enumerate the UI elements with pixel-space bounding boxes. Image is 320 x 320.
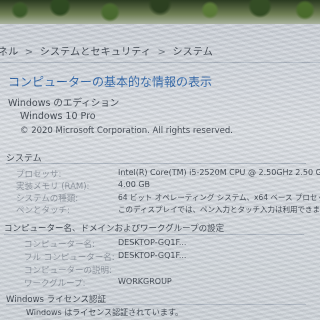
copyright-text: © 2020 Microsoft Corporation. All rights… xyxy=(20,126,233,136)
divider xyxy=(4,234,304,235)
foliage-background xyxy=(0,0,320,24)
workgroup-label: ワークグループ: xyxy=(24,279,86,289)
breadcrumb-item-system[interactable]: システム xyxy=(172,47,213,58)
divider xyxy=(0,62,320,63)
workgroup-value: WORKGROUP xyxy=(118,277,172,286)
full-computer-name-label: フル コンピューター名: xyxy=(24,253,115,263)
divider xyxy=(6,304,306,305)
breadcrumb-item-control-panel[interactable]: ネル xyxy=(0,47,18,58)
page-title: コンピューターの基本的な情報の表示 xyxy=(8,75,213,89)
processor-label: プロセッサ: xyxy=(16,170,62,180)
ram-value: 4.00 GB xyxy=(118,180,151,189)
activation-status: Windows はライセンス認証されています。 xyxy=(26,308,184,317)
ram-label: 実装メモリ (RAM): xyxy=(16,182,90,192)
computer-settings-section-title: コンピューター名、ドメインおよびワークグループの設定 xyxy=(4,224,225,234)
system-type-label: システムの種類: xyxy=(16,194,79,204)
edition-name: Windows 10 Pro xyxy=(20,111,96,122)
computer-description-label: コンピューターの説明: xyxy=(24,266,112,276)
computer-name-label: コンピューター名: xyxy=(24,240,95,250)
pen-touch-value: このディスプレイでは、ペン入力とタッチ入力は利用できません xyxy=(118,205,320,214)
computer-name-value: DESKTOP-GQ1F... xyxy=(118,238,187,247)
full-computer-name-value: DESKTOP-GQ1F... xyxy=(118,251,187,260)
photo-of-screen: ネル > システムとセキュリティ > システム コンピューターの基本的な情報の表… xyxy=(0,0,320,320)
pen-touch-label: ペンとタッチ: xyxy=(16,206,70,216)
breadcrumb-item-system-security[interactable]: システムとセキュリティ xyxy=(40,47,151,58)
chevron-right-icon: > xyxy=(24,47,34,58)
divider xyxy=(6,163,306,164)
chevron-right-icon: > xyxy=(157,47,167,58)
system-type-value: 64 ビット オペレーティング システム、x64 ベース プロセッサ xyxy=(118,193,320,202)
processor-value: Intel(R) Core(TM) i5-2520M CPU @ 2.50GHz… xyxy=(118,168,320,177)
edition-section-title: Windows のエディション xyxy=(8,98,120,109)
breadcrumb: ネル > システムとセキュリティ > システム xyxy=(0,43,213,58)
